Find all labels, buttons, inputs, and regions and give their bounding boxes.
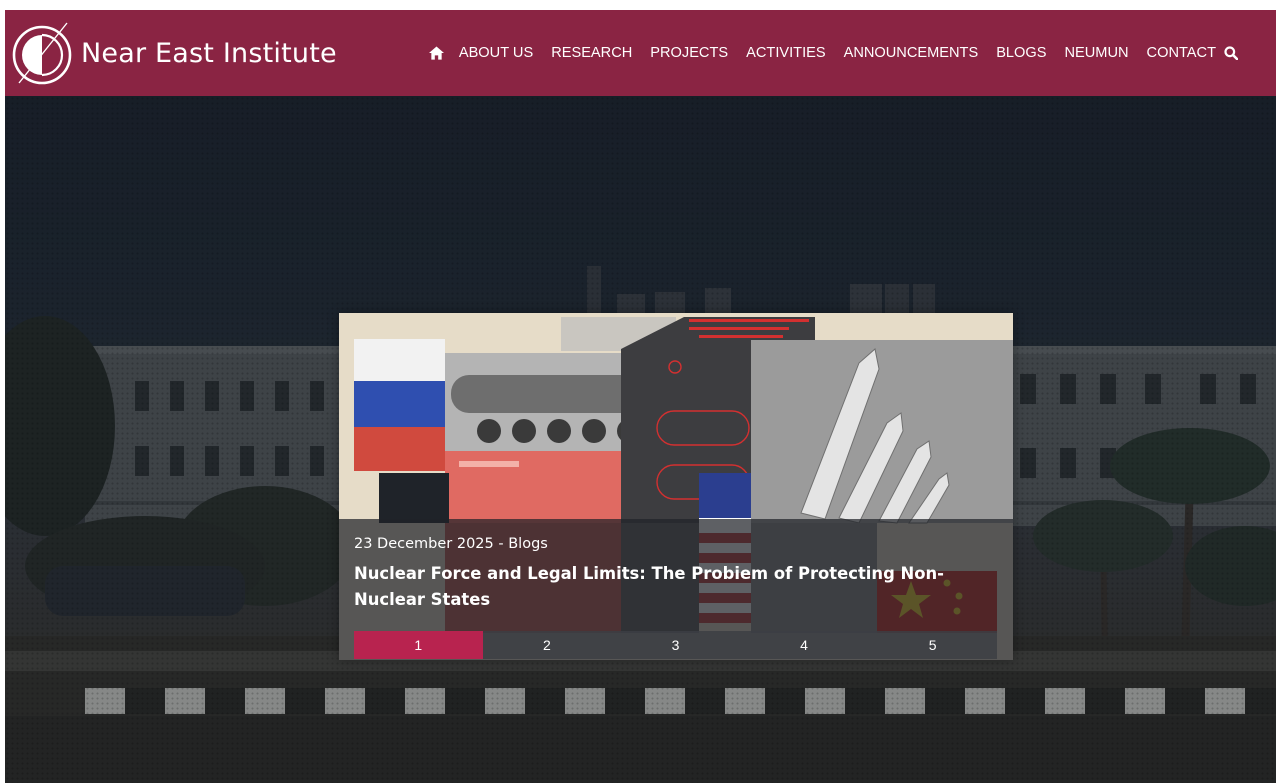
pager-button-1[interactable]: 1 — [354, 631, 483, 659]
nav-announcements[interactable]: ANNOUNCEMENTS — [844, 45, 979, 61]
nav-about-us[interactable]: ABOUT US — [459, 45, 533, 61]
slide-title[interactable]: Nuclear Force and Legal Limits: The Prob… — [354, 561, 999, 613]
pager-button-2[interactable]: 2 — [482, 631, 612, 659]
pager-button-4[interactable]: 4 — [739, 631, 869, 659]
institute-logo-icon — [12, 22, 72, 85]
featured-slider[interactable]: 23 December 2025 - Blogs Nuclear Force a… — [339, 313, 1013, 660]
nav-blogs[interactable]: BLOGS — [996, 45, 1046, 61]
slide-meta: 23 December 2025 - Blogs — [354, 536, 548, 552]
meta-separator: - — [493, 536, 509, 552]
nav-contact[interactable]: CONTACT — [1147, 45, 1216, 61]
search-icon[interactable] — [1224, 46, 1238, 60]
site-header: Near East Institute ABOUT US RESEARCH PR… — [5, 10, 1276, 96]
slide-category[interactable]: Blogs — [508, 536, 548, 552]
site-logo-link[interactable]: Near East Institute — [11, 10, 337, 96]
main-navigation: ABOUT US RESEARCH PROJECTS ACTIVITIES AN… — [428, 10, 1238, 96]
pager-button-3[interactable]: 3 — [611, 631, 740, 659]
slider-pagination: 1 2 3 4 5 — [354, 631, 997, 659]
home-icon[interactable] — [428, 46, 444, 60]
nav-research[interactable]: RESEARCH — [551, 45, 632, 61]
pager-button-5[interactable]: 5 — [868, 631, 997, 659]
nav-neumun[interactable]: NEUMUN — [1064, 45, 1128, 61]
nav-activities[interactable]: ACTIVITIES — [746, 45, 825, 61]
slide-date: 23 December 2025 — [354, 536, 494, 552]
nav-projects[interactable]: PROJECTS — [650, 45, 728, 61]
site-title: Near East Institute — [81, 37, 337, 69]
